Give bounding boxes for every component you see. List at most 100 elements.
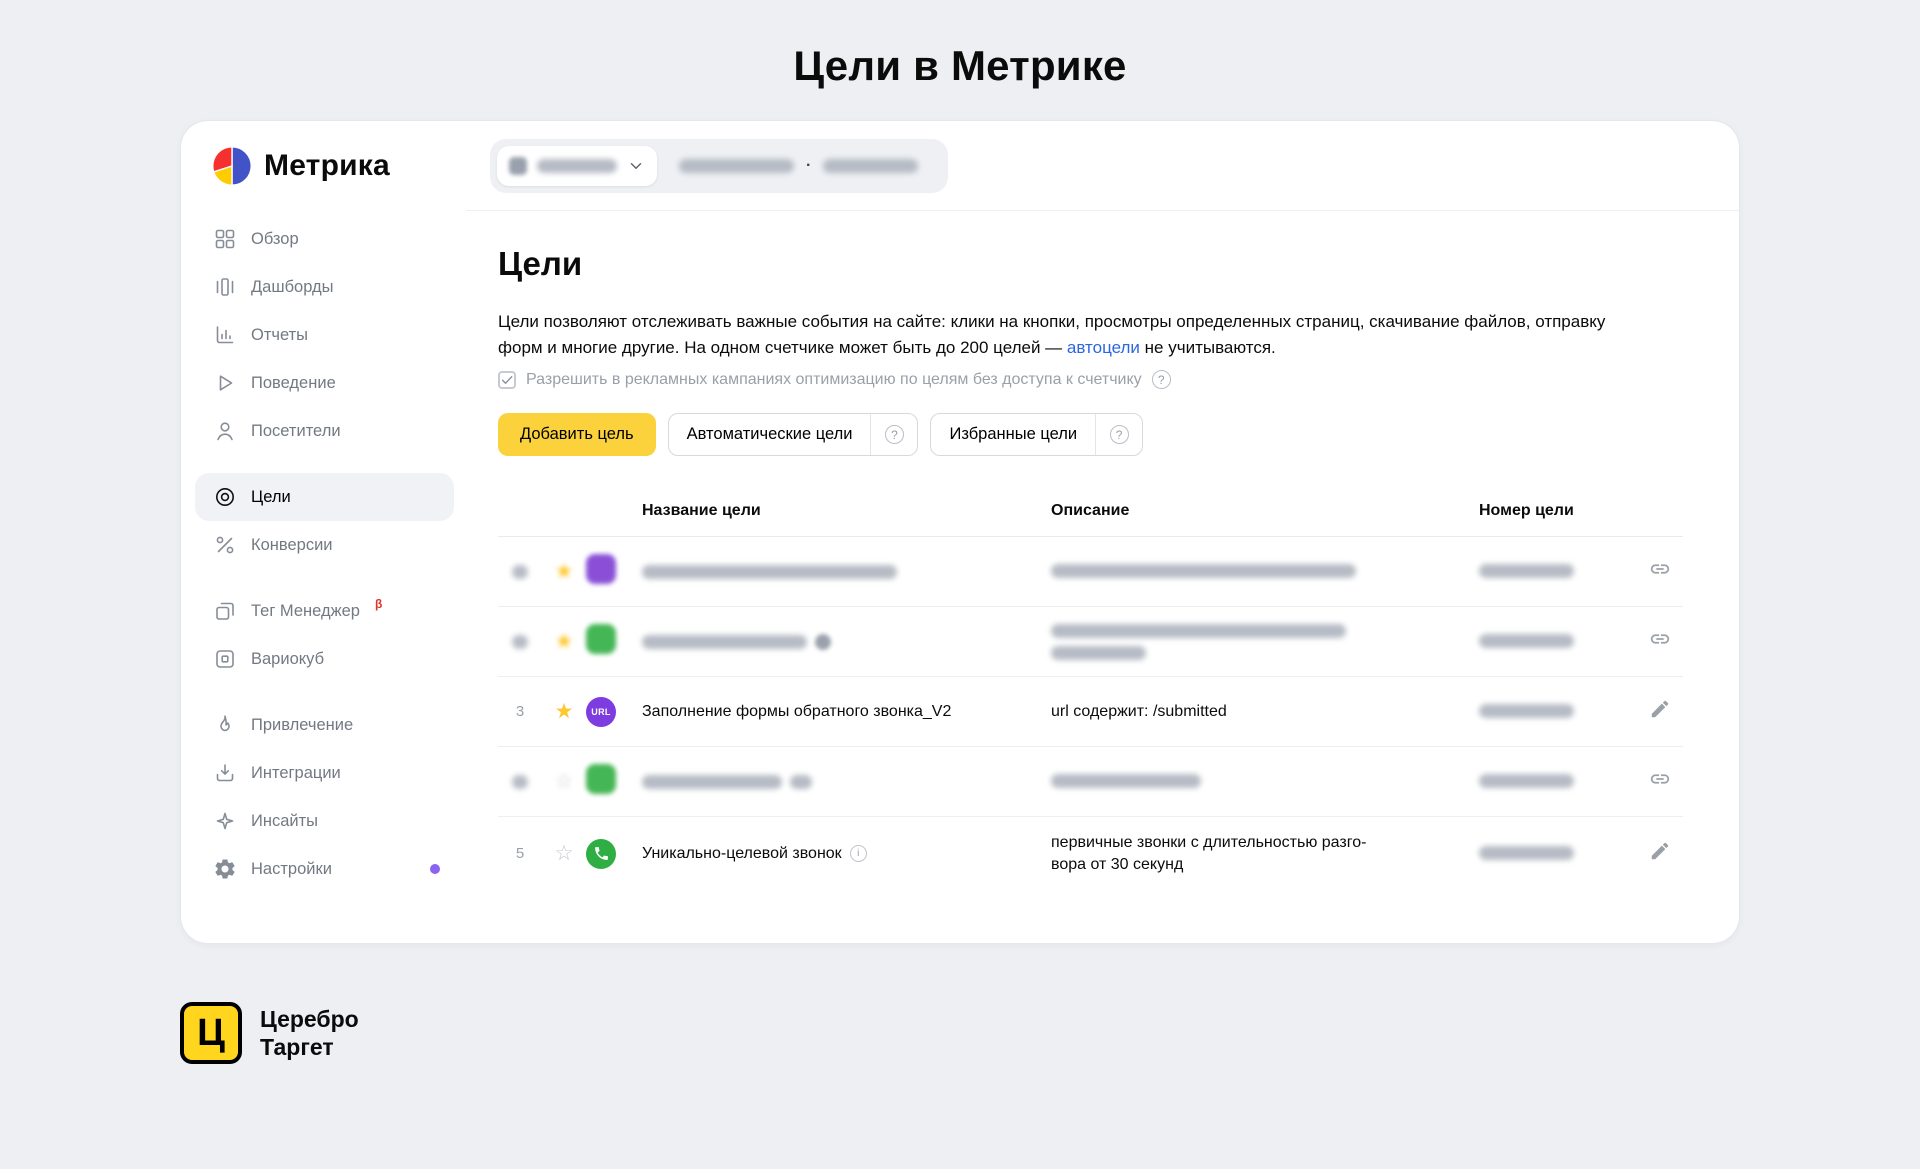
favorite-goals-button[interactable]: Избранные цели ? [930,413,1143,456]
sidebar: Метрика Обзор Дашборды Отчеты Поведени [181,121,466,943]
breadcrumb[interactable]: · [679,157,918,175]
goal-index-redacted [498,633,542,650]
table-row: 3 ★ URL Заполнение формы обратного звонк… [498,677,1683,747]
tag-manager-icon [213,599,237,623]
goal-number-redacted [1479,703,1637,721]
help-icon[interactable]: ? [1152,370,1171,389]
breadcrumb-counter-id-redacted [823,159,918,173]
goal-index-redacted [498,563,542,580]
cerebro-name: Церебро Таргет [260,1005,359,1061]
goal-actions: Добавить цель Автоматические цели ? Избр… [498,413,1683,456]
link-icon[interactable] [1637,768,1683,795]
sidebar-item-tag-manager[interactable]: Тег Менеджер β [195,587,454,635]
question-icon: ? [1110,425,1129,444]
goals-table: Название цели Описание Номер цели ★ [498,502,1683,890]
sidebar-item-reports[interactable]: Отчеты [195,311,454,359]
goal-type-icon [586,624,642,659]
favorite-goals-help[interactable]: ? [1096,425,1142,444]
flame-icon [213,713,237,737]
target-icon [213,485,237,509]
percent-icon [213,533,237,557]
sidebar-item-settings[interactable]: Настройки [195,845,454,893]
favorite-star-icon[interactable]: ★ [542,631,586,652]
sidebar-item-integrations[interactable]: Интеграции [195,749,454,797]
person-icon [213,419,237,443]
goals-heading: Цели [498,245,1683,283]
sidebar-item-acquisition[interactable]: Привлечение [195,701,454,749]
table-row: ☆ [498,747,1683,817]
sparkle-icon [213,809,237,833]
bar-chart-icon [213,323,237,347]
intro-text-tail: не учитываются. [1140,338,1276,357]
sidebar-item-label: Привлечение [251,716,353,735]
page-container: Метрика Обзор Дашборды Отчеты Поведени [180,120,1740,1064]
call-goal-icon [586,839,642,869]
brand-name: Метрика [264,149,390,183]
grid-icon [213,227,237,251]
optimization-checkbox-label: Разрешить в рекламных кампаниях оптимиза… [526,371,1142,389]
counter-selector-strip: · [490,139,948,193]
autogoals-link[interactable]: автоцели [1067,338,1140,357]
edit-pencil-icon[interactable] [1637,698,1683,725]
goal-index-redacted [498,773,542,790]
sidebar-item-behavior[interactable]: Поведение [195,359,454,407]
integrations-icon [213,761,237,785]
sidebar-item-label: Вариокуб [251,650,324,669]
info-icon[interactable]: i [850,845,867,862]
counter-name-redacted [537,159,617,173]
favorite-star-icon[interactable]: ☆ [542,771,586,792]
sidebar-item-insights[interactable]: Инсайты [195,797,454,845]
cerebro-logo: Ц [180,1002,242,1064]
counter-favicon-redacted [509,157,527,175]
favorite-star-icon[interactable]: ☆ [542,843,586,864]
table-row: 5 ☆ Уникально-целевой звонокi первичные … [498,817,1683,890]
auto-goals-help[interactable]: ? [871,425,917,444]
favorite-goals-label: Избранные цели [931,425,1095,444]
sidebar-item-label: Настройки [251,860,332,879]
sidebar-item-variocube[interactable]: Вариокуб [195,635,454,683]
link-icon[interactable] [1637,628,1683,655]
metrika-logo[interactable]: Метрика [181,121,466,211]
col-description: Описание [1051,502,1479,520]
sidebar-item-visitors[interactable]: Посетители [195,407,454,455]
main-area: · Цели Цели позволяют отслеживать важные… [466,121,1739,943]
sidebar-item-label: Поведение [251,374,336,393]
breadcrumb-separator: · [806,157,811,175]
variocube-icon [213,647,237,671]
add-goal-button[interactable]: Добавить цель [498,413,656,456]
goal-number-redacted [1479,845,1637,863]
cerebro-target-brand: Ц Церебро Таргет [180,1002,1740,1064]
breadcrumb-site-redacted [679,159,794,173]
favorite-star-icon[interactable]: ★ [542,561,586,582]
sidebar-item-dashboards[interactable]: Дашборды [195,263,454,311]
metrika-logo-icon [211,145,253,187]
sidebar-item-goals[interactable]: Цели [195,473,454,521]
optimization-checkbox-row: Разрешить в рекламных кампаниях оптимиза… [498,370,1683,389]
question-icon: ? [885,425,904,444]
goal-index: 3 [498,703,542,720]
auto-goals-label: Автоматические цели [669,425,871,444]
goal-type-icon [586,554,642,589]
goal-name: Уникально-целевой звонокi [642,845,1051,863]
auto-goals-button[interactable]: Автоматические цели ? [668,413,919,456]
goal-description-redacted [1051,561,1479,583]
chevron-down-icon [627,157,645,175]
table-row: ★ [498,537,1683,607]
edit-pencil-icon[interactable] [1637,840,1683,867]
goals-page: Цели Цели позволяют отслеживать важные с… [466,211,1739,943]
sidebar-item-label: Интеграции [251,764,341,783]
intro-text: Цели позволяют отслеживать важные событи… [498,312,1605,357]
url-goal-icon: URL [586,697,642,727]
counter-select-dropdown[interactable] [497,146,657,186]
link-icon[interactable] [1637,558,1683,585]
optimization-checkbox[interactable] [498,371,516,389]
metrika-window: Метрика Обзор Дашборды Отчеты Поведени [180,120,1740,944]
goal-description-redacted [1051,771,1479,793]
goal-type-icon [586,764,642,799]
sidebar-item-overview[interactable]: Обзор [195,215,454,263]
sidebar-item-conversions[interactable]: Конверсии [195,521,454,569]
goal-number-redacted [1479,633,1637,651]
play-icon [213,371,237,395]
favorite-star-icon[interactable]: ★ [542,701,586,722]
col-name: Название цели [642,502,1051,520]
